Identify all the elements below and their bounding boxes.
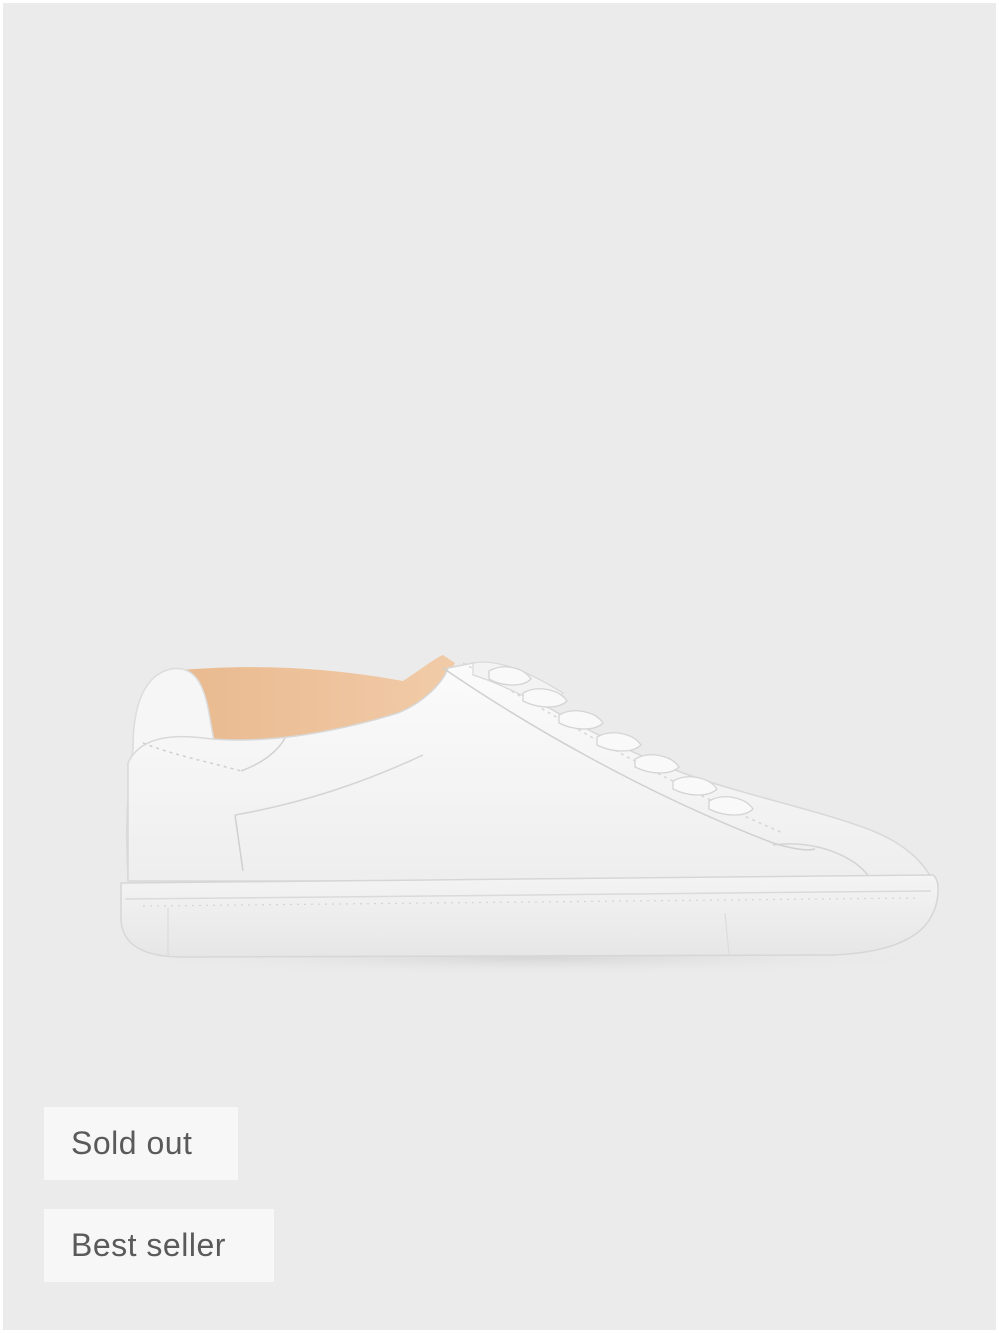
sold-out-badge: Sold out	[44, 1107, 238, 1180]
best-seller-label: Best seller	[71, 1227, 226, 1263]
best-seller-badge: Best seller	[44, 1209, 274, 1282]
product-card[interactable]: Sold out Best seller	[0, 0, 999, 1333]
sold-out-label: Sold out	[71, 1125, 193, 1161]
